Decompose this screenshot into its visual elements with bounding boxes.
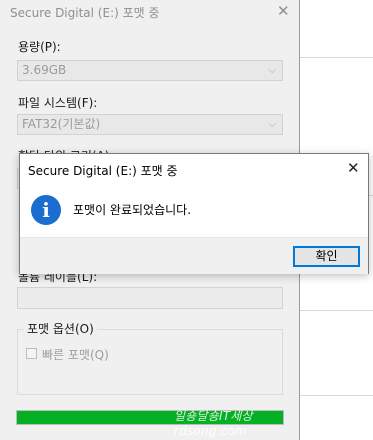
chevron-down-icon: ⌵	[268, 65, 276, 76]
chevron-down-icon: ⌵	[268, 119, 276, 130]
quick-format-label: 빠른 포맷(Q)	[42, 348, 109, 362]
filesystem-label: 파일 시스템(F):	[18, 96, 98, 110]
completion-message-box: Secure Digital (E:) 포맷 중 ✕ i 포맷이 완료되었습니다…	[19, 153, 369, 274]
desktop-line	[299, 395, 373, 396]
message-text: 포맷이 완료되었습니다.	[73, 203, 192, 217]
watermark-text: 일숑달숑IT세상 rdsong.com	[174, 409, 253, 438]
format-dialog-title: Secure Digital (E:) 포맷 중	[10, 6, 160, 20]
close-icon[interactable]: ✕	[277, 2, 290, 20]
capacity-value: 3.69GB	[22, 63, 67, 77]
quick-format-checkbox[interactable]	[26, 348, 37, 359]
close-icon[interactable]: ✕	[347, 159, 360, 177]
desktop-line	[299, 57, 373, 58]
desktop-line	[299, 310, 373, 311]
message-box-title: Secure Digital (E:) 포맷 중	[28, 164, 178, 178]
filesystem-select[interactable]: FAT32(기본값) ⌵	[17, 114, 283, 135]
capacity-label: 용량(P):	[18, 40, 61, 54]
info-icon: i	[31, 195, 61, 225]
message-box-footer: 확인	[20, 237, 368, 274]
filesystem-value: FAT32(기본값)	[22, 117, 101, 131]
ok-button[interactable]: 확인	[293, 246, 360, 267]
capacity-select[interactable]: 3.69GB ⌵	[17, 60, 283, 81]
volume-label-input[interactable]	[17, 287, 283, 309]
format-options-label: 포맷 옵션(O)	[24, 320, 97, 337]
